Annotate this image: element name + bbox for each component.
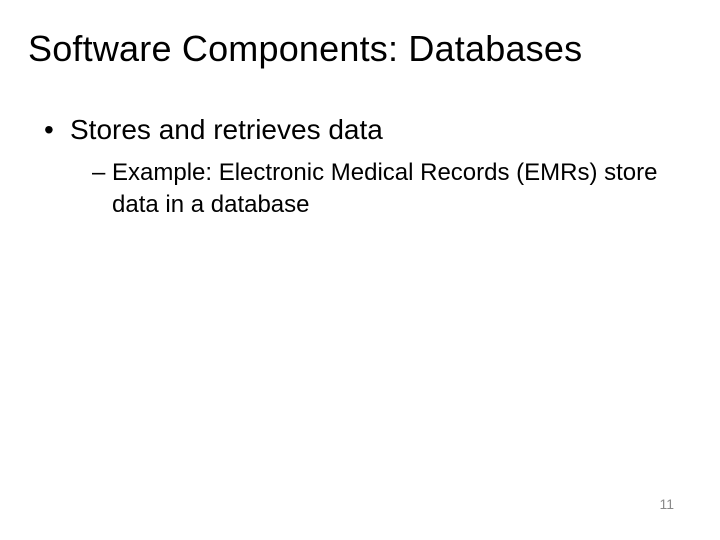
sub-bullet-list: Example: Electronic Medical Records (EMR… — [70, 157, 692, 222]
slide: Software Components: Databases Stores an… — [0, 0, 720, 540]
bullet-list: Stores and retrieves data Example: Elect… — [28, 112, 692, 222]
list-item: Stores and retrieves data Example: Elect… — [44, 112, 692, 222]
slide-title: Software Components: Databases — [28, 28, 692, 70]
list-item-text: Stores and retrieves data — [70, 114, 383, 145]
list-item-text: Example: Electronic Medical Records (EMR… — [112, 159, 658, 218]
list-item: Example: Electronic Medical Records (EMR… — [92, 157, 692, 222]
page-number: 11 — [659, 496, 674, 512]
